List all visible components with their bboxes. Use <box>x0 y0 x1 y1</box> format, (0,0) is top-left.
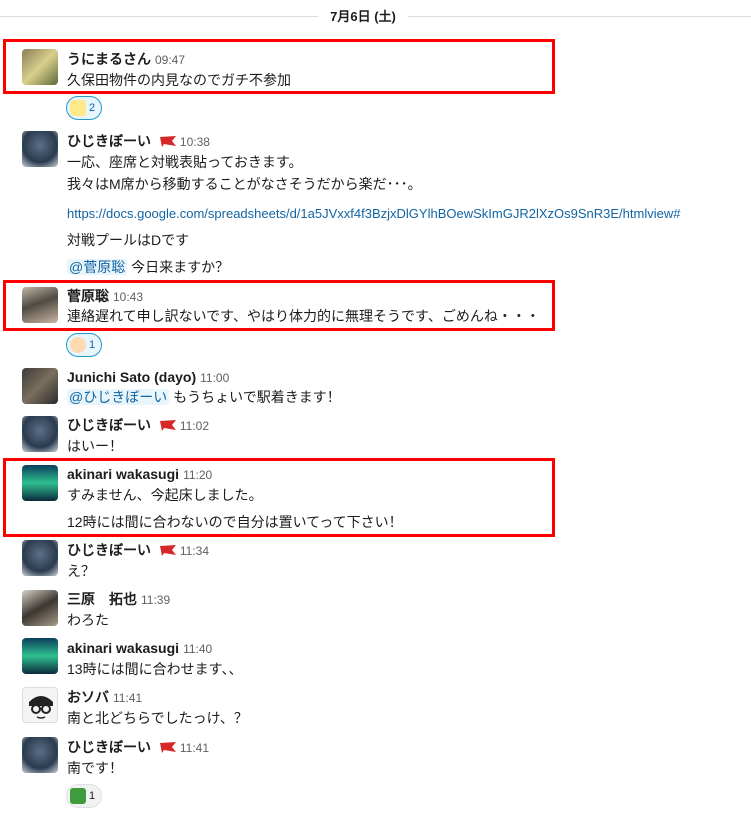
timestamp[interactable]: 11:39 <box>141 593 170 607</box>
sender-name[interactable]: うにまるさん <box>67 51 151 67</box>
timestamp[interactable]: 11:00 <box>200 371 229 385</box>
message-text: 久保田物件の内見なのでガチ不参加 <box>67 72 291 88</box>
team-flag-icon <box>159 545 176 556</box>
message-text: 南です！ <box>67 760 123 776</box>
timestamp[interactable]: 10:38 <box>180 135 210 149</box>
avatar[interactable] <box>22 368 58 404</box>
reaction-button[interactable]: 1 <box>66 333 103 357</box>
avatar[interactable] <box>22 465 58 501</box>
message-text: 我々はM席から移動することがなさそうだから楽だ･･･。 <box>67 176 422 192</box>
message-text: 南と北どちらでしたっけ、？ <box>67 710 248 726</box>
spreadsheet-link[interactable]: https://docs.google.com/spreadsheets/d/1… <box>67 205 680 223</box>
face-emoji-icon <box>70 337 86 353</box>
avatar[interactable] <box>22 416 58 452</box>
avatar[interactable] <box>22 49 58 85</box>
timestamp[interactable]: 11:20 <box>183 468 212 482</box>
sender-name[interactable]: ひじきぼーい <box>67 739 151 755</box>
avatar[interactable] <box>22 638 58 674</box>
timestamp[interactable]: 11:41 <box>113 691 142 705</box>
timestamp[interactable]: 11:34 <box>180 544 209 558</box>
sender-name[interactable]: akinari wakasugi <box>67 466 179 482</box>
sender-name[interactable]: ひじきぼーい <box>67 542 151 558</box>
reaction-count: 1 <box>89 790 96 802</box>
team-flag-icon <box>159 136 176 147</box>
sender-name[interactable]: Junichi Sato (dayo) <box>67 369 196 385</box>
message-text: 13時には間に合わせます、、 <box>67 661 243 677</box>
message-text: 連絡遅れて申し訳ないです、やはり体力的に無理そうです、ごめんね・・・ <box>67 308 540 324</box>
timestamp[interactable]: 10:43 <box>113 290 143 304</box>
date-divider[interactable]: 7月6日 (土) <box>318 8 408 26</box>
user-mention[interactable]: @ひじきぼーい <box>67 389 170 405</box>
message-text: 12時には間に合わないので自分は置いてって下さい！ <box>67 514 403 530</box>
timestamp[interactable]: 09:47 <box>155 53 185 67</box>
user-mention[interactable]: @菅原聡 <box>67 259 128 275</box>
reaction-button[interactable]: 1 <box>66 784 103 808</box>
timestamp[interactable]: 11:40 <box>183 642 212 656</box>
avatar[interactable] <box>22 737 58 773</box>
avatar[interactable] <box>22 687 58 723</box>
sender-name[interactable]: ひじきぼーい <box>67 417 151 433</box>
team-flag-icon <box>159 420 176 431</box>
avatar[interactable] <box>22 590 58 626</box>
message-text: わろた <box>67 612 109 628</box>
avatar[interactable] <box>22 540 58 576</box>
sender-name[interactable]: ひじきぼーい <box>67 133 151 149</box>
message-text: はいー！ <box>67 438 123 454</box>
reaction-count: 1 <box>89 339 96 351</box>
avatar[interactable] <box>22 287 58 323</box>
team-flag-icon <box>159 742 176 753</box>
reaction-button[interactable]: 2 <box>66 96 103 120</box>
sender-name[interactable]: 三原 拓也 <box>67 591 137 607</box>
message-text: すみません、今起床しました。 <box>67 487 263 503</box>
uni-emoji-icon <box>70 100 86 116</box>
message-text: 一応、座席と対戦表貼っておきます。 <box>67 154 303 170</box>
timestamp[interactable]: 11:02 <box>180 419 209 433</box>
message-text: 対戦プールはDです <box>67 232 190 248</box>
avatar[interactable] <box>22 131 58 167</box>
sender-name[interactable]: akinari wakasugi <box>67 640 179 656</box>
timestamp[interactable]: 11:41 <box>180 741 209 755</box>
reaction-count: 2 <box>89 102 96 114</box>
message-text: え？ <box>67 563 95 579</box>
thanks-emoji-icon <box>70 788 86 804</box>
message-text: 今日来ますか？ <box>127 259 230 275</box>
sender-name[interactable]: 菅原聡 <box>67 288 109 304</box>
sender-name[interactable]: おソバ <box>67 689 109 705</box>
message-text: もうちょいで駅着きます！ <box>169 389 341 405</box>
glasses-face-icon <box>29 696 53 719</box>
